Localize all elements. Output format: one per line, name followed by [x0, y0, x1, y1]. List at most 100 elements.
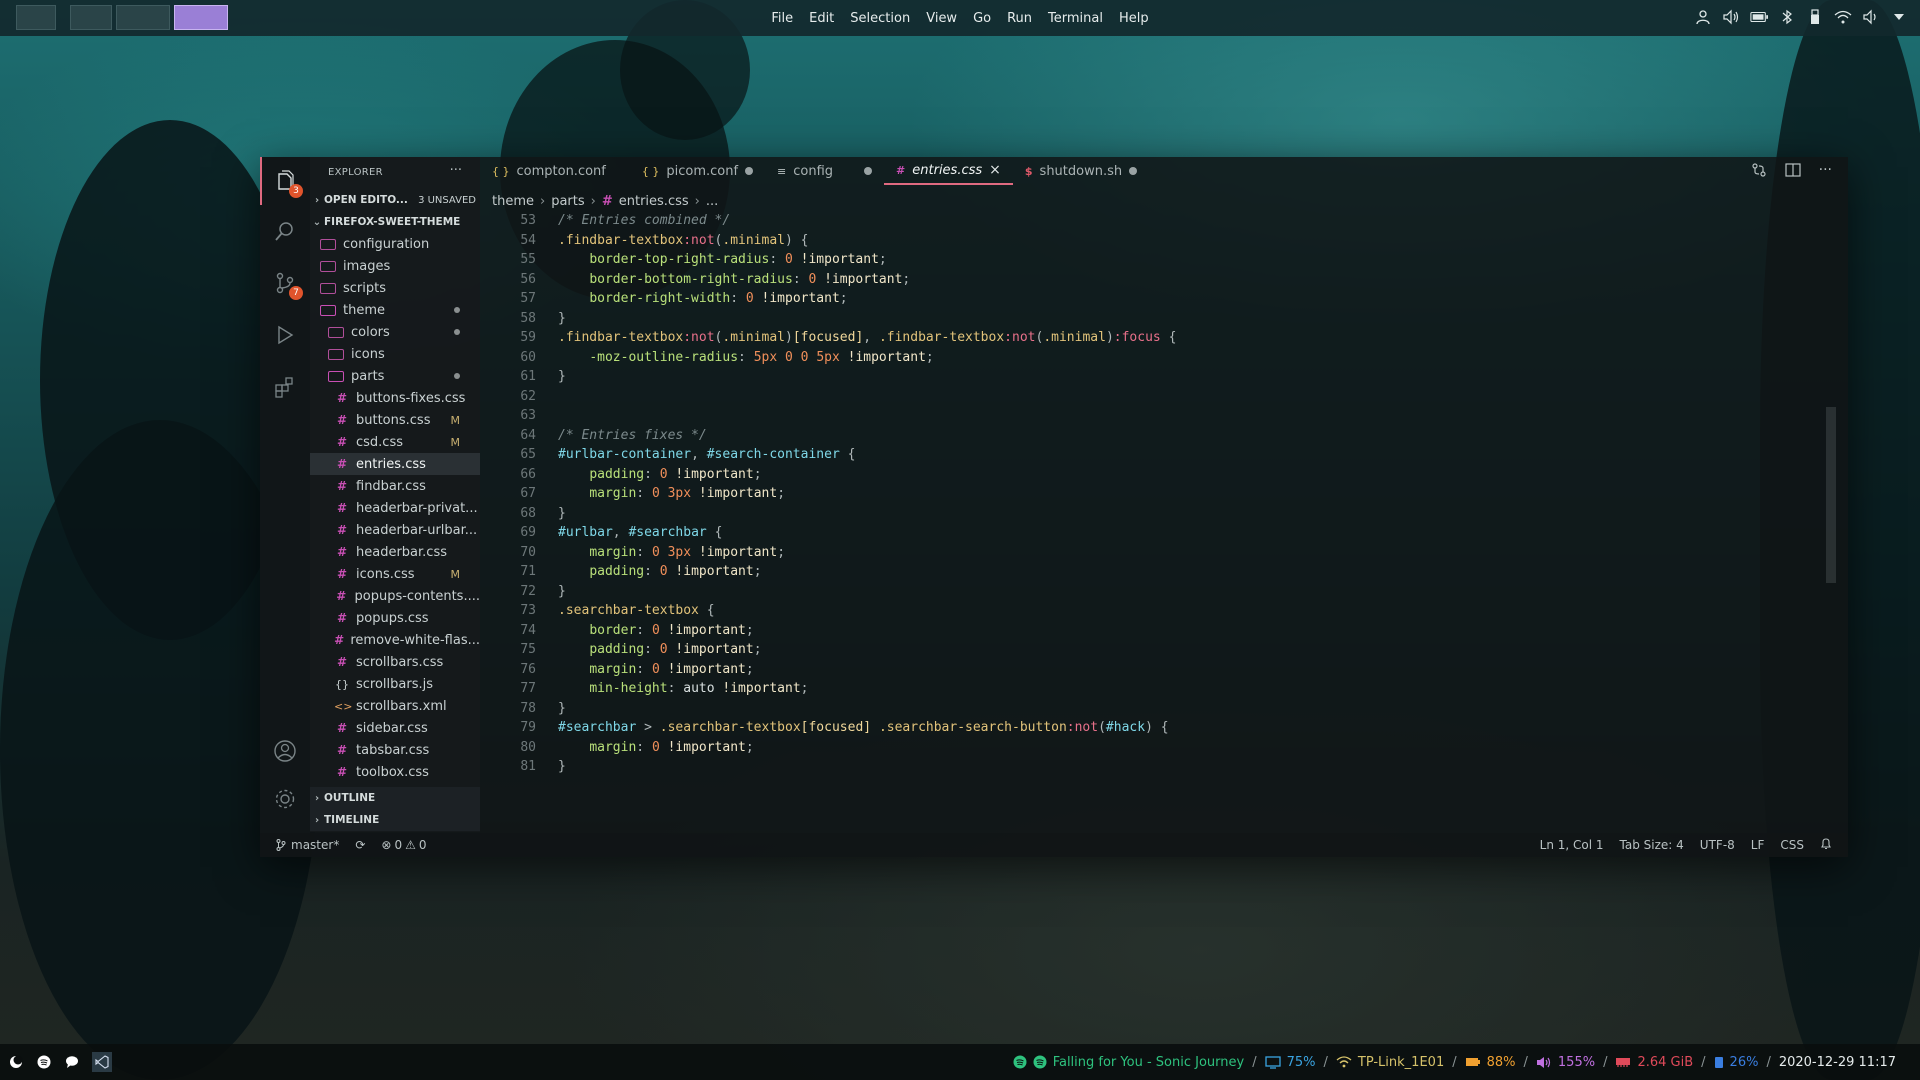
file-item[interactable]: # headerbar.css	[310, 541, 480, 563]
code-line[interactable]: 78}	[480, 699, 565, 718]
battery-icon[interactable]	[1750, 8, 1768, 26]
menu-file[interactable]: File	[763, 11, 801, 26]
menu-edit[interactable]: Edit	[801, 11, 842, 26]
spotify-icon[interactable]	[36, 1054, 52, 1070]
menu-go[interactable]: Go	[965, 11, 999, 26]
file-item[interactable]: # icons.css M	[310, 563, 480, 585]
code-line[interactable]: 61}	[480, 367, 565, 386]
code-line[interactable]: 65 #urlbar-container, #search-container {	[480, 445, 855, 464]
tab-compton-conf[interactable]: { } compton.conf	[480, 157, 618, 185]
disk-widget[interactable]: 26%	[1714, 1055, 1758, 1070]
code-line[interactable]: 79 #searchbar > .searchbar-textbox[focuse…	[480, 718, 1168, 737]
run-debug-icon[interactable]	[273, 323, 297, 347]
code-line[interactable]: 75 padding: 0 !important;	[480, 640, 761, 659]
gear-icon[interactable]	[273, 787, 297, 811]
chevron-down-icon[interactable]	[1890, 8, 1908, 26]
file-item[interactable]: # headerbar-urlbar...	[310, 519, 480, 541]
file-item[interactable]: # popups.css	[310, 607, 480, 629]
volume-icon[interactable]	[1722, 8, 1740, 26]
code-line[interactable]: 57 border-right-width: 0 !important;	[480, 289, 847, 308]
tab-entries-css[interactable]: # entries.css ×	[884, 157, 1013, 185]
wifi-icon[interactable]	[1834, 8, 1852, 26]
unsaved-dot[interactable]	[1129, 167, 1138, 175]
file-item[interactable]: # entries.css	[310, 453, 480, 475]
music-widget[interactable]: Falling for You - Sonic Journey	[1013, 1055, 1244, 1070]
file-item[interactable]: # popups-contents....	[310, 585, 480, 607]
code-line[interactable]: 66 padding: 0 !important;	[480, 465, 761, 484]
menu-run[interactable]: Run	[999, 11, 1040, 26]
outline-section[interactable]: › OUTLINE	[310, 787, 480, 809]
branch-status[interactable]: master*	[276, 838, 339, 852]
code-editor[interactable]: 53 /* Entries combined */ 54 .findbar-textb…	[480, 211, 1836, 831]
explorer-more-button[interactable]: ···	[450, 163, 462, 178]
user-icon[interactable]	[1694, 8, 1712, 26]
menu-help[interactable]: Help	[1111, 11, 1157, 26]
code-line[interactable]: 63	[480, 406, 536, 425]
memory-widget[interactable]: 2.64 GiB	[1615, 1055, 1693, 1070]
file-item[interactable]: # csd.css M	[310, 431, 480, 453]
menu-view[interactable]: View	[918, 11, 965, 26]
file-item[interactable]: # tabsbar.css	[310, 739, 480, 761]
tab-picom-conf[interactable]: { } picom.conf	[630, 157, 765, 185]
file-item[interactable]: # findbar.css	[310, 475, 480, 497]
cursor-position[interactable]: Ln 1, Col 1	[1540, 838, 1604, 852]
encoding[interactable]: UTF-8	[1700, 838, 1735, 852]
accounts-icon[interactable]	[273, 739, 297, 763]
chat-icon[interactable]	[64, 1054, 80, 1070]
brightness-widget[interactable]: 75%	[1264, 1055, 1315, 1070]
folder-item[interactable]: images	[310, 255, 480, 277]
code-line[interactable]: 80 margin: 0 !important;	[480, 738, 753, 757]
explorer-icon[interactable]: 3	[273, 169, 303, 198]
code-line[interactable]: 81}	[480, 757, 565, 776]
folder-item[interactable]: scripts	[310, 277, 480, 299]
menu-selection[interactable]: Selection	[842, 11, 918, 26]
folder-item[interactable]: theme	[310, 299, 480, 321]
code-line[interactable]: 68}	[480, 504, 565, 523]
menu-terminal[interactable]: Terminal	[1040, 11, 1111, 26]
file-item[interactable]: <> scrollbars.xml	[310, 695, 480, 717]
folder-item[interactable]: configuration	[310, 233, 480, 255]
vscode-icon[interactable]	[92, 1052, 112, 1072]
code-line[interactable]: 56 border-bottom-right-radius: 0 !import…	[480, 270, 910, 289]
code-line[interactable]: 67 margin: 0 3px !important;	[480, 484, 785, 503]
search-icon[interactable]	[273, 219, 297, 243]
code-line[interactable]: 58}	[480, 309, 565, 328]
sync-icon[interactable]: ⟳	[355, 838, 365, 852]
problems-status[interactable]: ⊗ 0 ⚠ 0	[381, 838, 426, 852]
code-line[interactable]: 64 /* Entries fixes */	[480, 426, 706, 445]
editor-scrollbar[interactable]	[1826, 407, 1836, 583]
breadcrumb-theme[interactable]: theme	[492, 194, 534, 209]
unsaved-dot[interactable]	[745, 167, 754, 175]
unsaved-dot[interactable]	[864, 167, 873, 175]
tab-config[interactable]: ≡ config	[765, 157, 884, 185]
source-control-icon[interactable]: 7	[273, 271, 303, 300]
bell-icon[interactable]	[1820, 837, 1832, 853]
open-editors-section[interactable]: › OPEN EDITO... 3 UNSAVED	[310, 189, 480, 211]
breadcrumb-parts[interactable]: parts	[551, 194, 584, 209]
code-line[interactable]: 73 .searchbar-textbox {	[480, 601, 714, 620]
code-line[interactable]: 71 padding: 0 !important;	[480, 562, 761, 581]
code-line[interactable]: 76 margin: 0 !important;	[480, 660, 753, 679]
code-line[interactable]: 77 min-height: auto !important;	[480, 679, 808, 698]
speaker-icon[interactable]	[1862, 8, 1880, 26]
open-changes-icon[interactable]	[1751, 162, 1767, 182]
file-item[interactable]: # headerbar-privat...	[310, 497, 480, 519]
tab-shutdown-sh[interactable]: $ shutdown.sh	[1013, 157, 1149, 185]
extensions-icon[interactable]	[273, 375, 297, 399]
code-line[interactable]: 60 -moz-outline-radius: 5px 0 0 5px !imp…	[480, 348, 933, 367]
code-line[interactable]: 62	[480, 387, 536, 406]
code-line[interactable]: 55 border-top-right-radius: 0 !important…	[480, 250, 886, 269]
split-editor-icon[interactable]	[1785, 162, 1801, 182]
wifi-widget[interactable]: TP-Link_1E01	[1336, 1055, 1444, 1070]
file-item[interactable]: # toolbox.css	[310, 761, 480, 783]
code-line[interactable]: 53 /* Entries combined */	[480, 211, 730, 230]
close-icon[interactable]: ×	[989, 162, 1001, 178]
more-actions-icon[interactable]: ···	[1819, 162, 1832, 182]
battery-widget[interactable]: 88%	[1465, 1055, 1516, 1070]
usb-icon[interactable]	[1806, 8, 1824, 26]
folder-item[interactable]: icons	[310, 343, 480, 365]
project-section[interactable]: ⌄ FIREFOX-SWEET-THEME	[310, 211, 480, 233]
code-line[interactable]: 59 .findbar-textbox:not(.minimal)[focused…	[480, 328, 1176, 347]
volume-widget[interactable]: 155%	[1536, 1055, 1595, 1070]
folder-item[interactable]: colors	[310, 321, 480, 343]
